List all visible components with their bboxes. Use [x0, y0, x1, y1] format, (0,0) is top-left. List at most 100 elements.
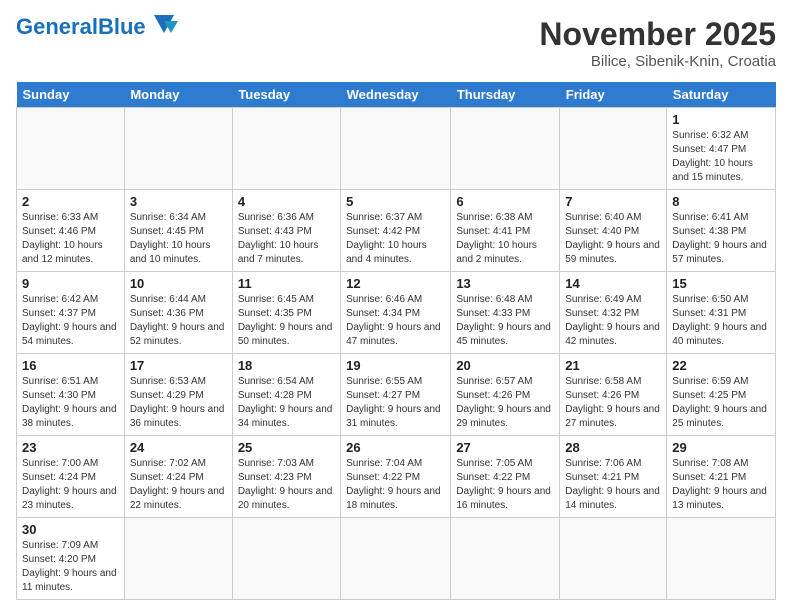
calendar-cell: 29 Sunrise: 7:08 AM Sunset: 4:21 PM Dayli… [667, 436, 776, 518]
day-number: 10 [130, 276, 227, 291]
day-number: 4 [238, 194, 335, 209]
day-info: Sunrise: 6:53 AM Sunset: 4:29 PM Dayligh… [130, 375, 227, 431]
col-header-monday: Monday [124, 82, 232, 108]
day-number: 15 [672, 276, 770, 291]
col-header-wednesday: Wednesday [341, 82, 451, 108]
calendar-cell [341, 108, 451, 190]
day-number: 2 [22, 194, 119, 209]
day-info: Sunrise: 6:45 AM Sunset: 4:35 PM Dayligh… [238, 293, 335, 349]
day-info: Sunrise: 6:49 AM Sunset: 4:32 PM Dayligh… [565, 293, 661, 349]
day-info: Sunrise: 6:41 AM Sunset: 4:38 PM Dayligh… [672, 211, 770, 267]
day-info: Sunrise: 7:05 AM Sunset: 4:22 PM Dayligh… [456, 457, 554, 513]
calendar-cell: 4 Sunrise: 6:36 AM Sunset: 4:43 PM Daylig… [232, 190, 340, 272]
logo-icon [150, 15, 178, 37]
day-info: Sunrise: 6:42 AM Sunset: 4:37 PM Dayligh… [22, 293, 119, 349]
day-number: 21 [565, 358, 661, 373]
calendar-cell [560, 108, 667, 190]
col-header-sunday: Sunday [17, 82, 125, 108]
day-number: 28 [565, 440, 661, 455]
calendar-cell [341, 518, 451, 600]
day-number: 17 [130, 358, 227, 373]
day-info: Sunrise: 7:00 AM Sunset: 4:24 PM Dayligh… [22, 457, 119, 513]
calendar-cell [124, 518, 232, 600]
calendar-cell: 30Sunrise: 7:09 AM Sunset: 4:20 PM Dayli… [17, 518, 125, 600]
day-info: Sunrise: 6:44 AM Sunset: 4:36 PM Dayligh… [130, 293, 227, 349]
calendar-cell: 22 Sunrise: 6:59 AM Sunset: 4:25 PM Dayli… [667, 354, 776, 436]
calendar-cell: 7Sunrise: 6:40 AM Sunset: 4:40 PM Daylig… [560, 190, 667, 272]
calendar-week-4: 23 Sunrise: 7:00 AM Sunset: 4:24 PM Dayli… [17, 436, 776, 518]
logo-text: GeneralBlue [16, 16, 146, 38]
location-subtitle: Bilice, Sibenik-Knin, Croatia [539, 53, 776, 70]
day-number: 1 [672, 112, 770, 127]
calendar-cell: 17 Sunrise: 6:53 AM Sunset: 4:29 PM Dayli… [124, 354, 232, 436]
calendar-week-2: 9 Sunrise: 6:42 AM Sunset: 4:37 PM Daylig… [17, 272, 776, 354]
day-info: Sunrise: 7:06 AM Sunset: 4:21 PM Dayligh… [565, 457, 661, 513]
day-number: 13 [456, 276, 554, 291]
day-info: Sunrise: 7:09 AM Sunset: 4:20 PM Dayligh… [22, 539, 119, 595]
calendar-cell: 24 Sunrise: 7:02 AM Sunset: 4:24 PM Dayli… [124, 436, 232, 518]
calendar-cell: 21 Sunrise: 6:58 AM Sunset: 4:26 PM Dayli… [560, 354, 667, 436]
calendar-cell: 11Sunrise: 6:45 AM Sunset: 4:35 PM Dayli… [232, 272, 340, 354]
day-number: 25 [238, 440, 335, 455]
day-info: Sunrise: 6:54 AM Sunset: 4:28 PM Dayligh… [238, 375, 335, 431]
day-number: 24 [130, 440, 227, 455]
logo: GeneralBlue [16, 16, 178, 38]
calendar-cell: 9 Sunrise: 6:42 AM Sunset: 4:37 PM Daylig… [17, 272, 125, 354]
calendar-cell: 28 Sunrise: 7:06 AM Sunset: 4:21 PM Dayli… [560, 436, 667, 518]
col-header-thursday: Thursday [451, 82, 560, 108]
page-header: GeneralBlue November 2025 Bilice, Sibeni… [16, 16, 776, 70]
calendar-cell: 20Sunrise: 6:57 AM Sunset: 4:26 PM Dayli… [451, 354, 560, 436]
calendar-cell: 19 Sunrise: 6:55 AM Sunset: 4:27 PM Dayli… [341, 354, 451, 436]
day-info: Sunrise: 7:02 AM Sunset: 4:24 PM Dayligh… [130, 457, 227, 513]
day-info: Sunrise: 6:38 AM Sunset: 4:41 PM Dayligh… [456, 211, 554, 267]
day-info: Sunrise: 6:34 AM Sunset: 4:45 PM Dayligh… [130, 211, 227, 267]
day-info: Sunrise: 7:03 AM Sunset: 4:23 PM Dayligh… [238, 457, 335, 513]
day-number: 26 [346, 440, 445, 455]
col-header-tuesday: Tuesday [232, 82, 340, 108]
day-info: Sunrise: 7:04 AM Sunset: 4:22 PM Dayligh… [346, 457, 445, 513]
day-number: 29 [672, 440, 770, 455]
day-number: 12 [346, 276, 445, 291]
calendar-cell [232, 108, 340, 190]
day-number: 23 [22, 440, 119, 455]
day-info: Sunrise: 7:08 AM Sunset: 4:21 PM Dayligh… [672, 457, 770, 513]
calendar-cell: 25 Sunrise: 7:03 AM Sunset: 4:23 PM Dayli… [232, 436, 340, 518]
calendar-cell: 23 Sunrise: 7:00 AM Sunset: 4:24 PM Dayli… [17, 436, 125, 518]
calendar-cell: 26 Sunrise: 7:04 AM Sunset: 4:22 PM Dayli… [341, 436, 451, 518]
day-info: Sunrise: 6:57 AM Sunset: 4:26 PM Dayligh… [456, 375, 554, 431]
calendar-cell [232, 518, 340, 600]
calendar-cell: 8Sunrise: 6:41 AM Sunset: 4:38 PM Daylig… [667, 190, 776, 272]
col-header-saturday: Saturday [667, 82, 776, 108]
calendar-week-1: 2 Sunrise: 6:33 AM Sunset: 4:46 PM Daylig… [17, 190, 776, 272]
day-number: 22 [672, 358, 770, 373]
calendar-cell [667, 518, 776, 600]
day-info: Sunrise: 6:58 AM Sunset: 4:26 PM Dayligh… [565, 375, 661, 431]
calendar-header-row: SundayMondayTuesdayWednesdayThursdayFrid… [17, 82, 776, 108]
day-number: 9 [22, 276, 119, 291]
day-number: 19 [346, 358, 445, 373]
day-info: Sunrise: 6:55 AM Sunset: 4:27 PM Dayligh… [346, 375, 445, 431]
day-info: Sunrise: 6:36 AM Sunset: 4:43 PM Dayligh… [238, 211, 335, 267]
day-number: 27 [456, 440, 554, 455]
calendar-cell: 6Sunrise: 6:38 AM Sunset: 4:41 PM Daylig… [451, 190, 560, 272]
calendar-cell: 2 Sunrise: 6:33 AM Sunset: 4:46 PM Daylig… [17, 190, 125, 272]
col-header-friday: Friday [560, 82, 667, 108]
day-number: 5 [346, 194, 445, 209]
calendar-week-0: 1 Sunrise: 6:32 AM Sunset: 4:47 PM Daylig… [17, 108, 776, 190]
calendar-cell: 14Sunrise: 6:49 AM Sunset: 4:32 PM Dayli… [560, 272, 667, 354]
calendar-cell [451, 108, 560, 190]
calendar-cell [451, 518, 560, 600]
title-block: November 2025 Bilice, Sibenik-Knin, Croa… [539, 16, 776, 70]
calendar-cell [124, 108, 232, 190]
calendar-cell: 1 Sunrise: 6:32 AM Sunset: 4:47 PM Daylig… [667, 108, 776, 190]
calendar-cell: 12Sunrise: 6:46 AM Sunset: 4:34 PM Dayli… [341, 272, 451, 354]
calendar-cell [17, 108, 125, 190]
day-info: Sunrise: 6:50 AM Sunset: 4:31 PM Dayligh… [672, 293, 770, 349]
day-info: Sunrise: 6:59 AM Sunset: 4:25 PM Dayligh… [672, 375, 770, 431]
calendar-cell: 18Sunrise: 6:54 AM Sunset: 4:28 PM Dayli… [232, 354, 340, 436]
day-info: Sunrise: 6:33 AM Sunset: 4:46 PM Dayligh… [22, 211, 119, 267]
calendar-cell: 13Sunrise: 6:48 AM Sunset: 4:33 PM Dayli… [451, 272, 560, 354]
calendar-table: SundayMondayTuesdayWednesdayThursdayFrid… [16, 82, 776, 600]
day-info: Sunrise: 6:32 AM Sunset: 4:47 PM Dayligh… [672, 129, 770, 185]
day-number: 16 [22, 358, 119, 373]
